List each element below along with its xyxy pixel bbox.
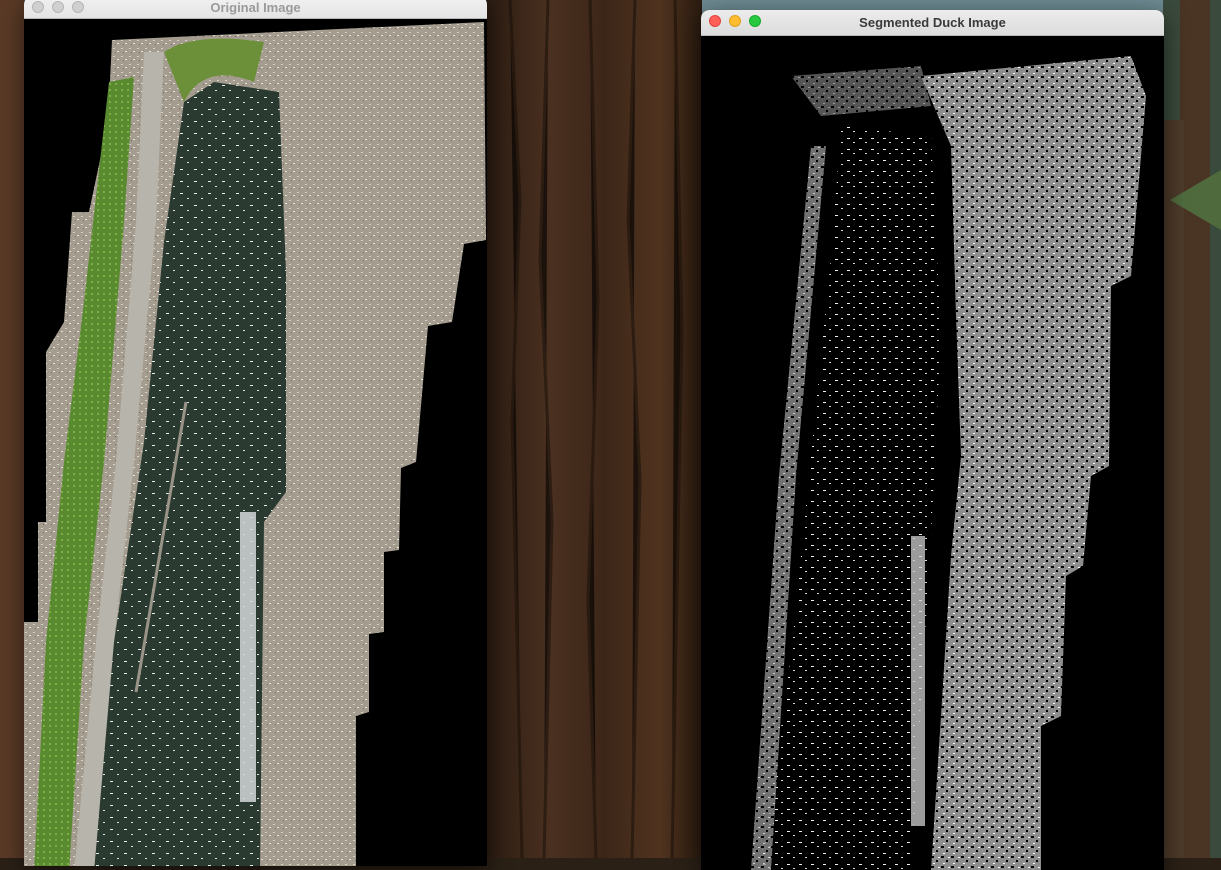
segmented-duck-mask xyxy=(701,36,1164,870)
segmented-image-titlebar[interactable]: Segmented Duck Image xyxy=(701,10,1164,36)
original-image-window[interactable]: Original Image xyxy=(24,0,487,866)
maximize-button[interactable] xyxy=(72,1,84,13)
original-image-canvas xyxy=(24,22,487,866)
maximize-button[interactable] xyxy=(749,15,761,27)
original-image-titlebar[interactable]: Original Image xyxy=(24,0,487,19)
segmented-duck-image-window[interactable]: Segmented Duck Image xyxy=(701,10,1164,870)
window-controls xyxy=(32,1,84,13)
minimize-button[interactable] xyxy=(729,15,741,27)
close-button[interactable] xyxy=(32,1,44,13)
window-title: Segmented Duck Image xyxy=(859,15,1006,30)
minimize-button[interactable] xyxy=(52,1,64,13)
aerial-pond-photo xyxy=(24,22,487,866)
window-controls xyxy=(709,15,761,27)
segmented-image-canvas xyxy=(701,36,1164,870)
window-title: Original Image xyxy=(210,0,301,15)
close-button[interactable] xyxy=(709,15,721,27)
